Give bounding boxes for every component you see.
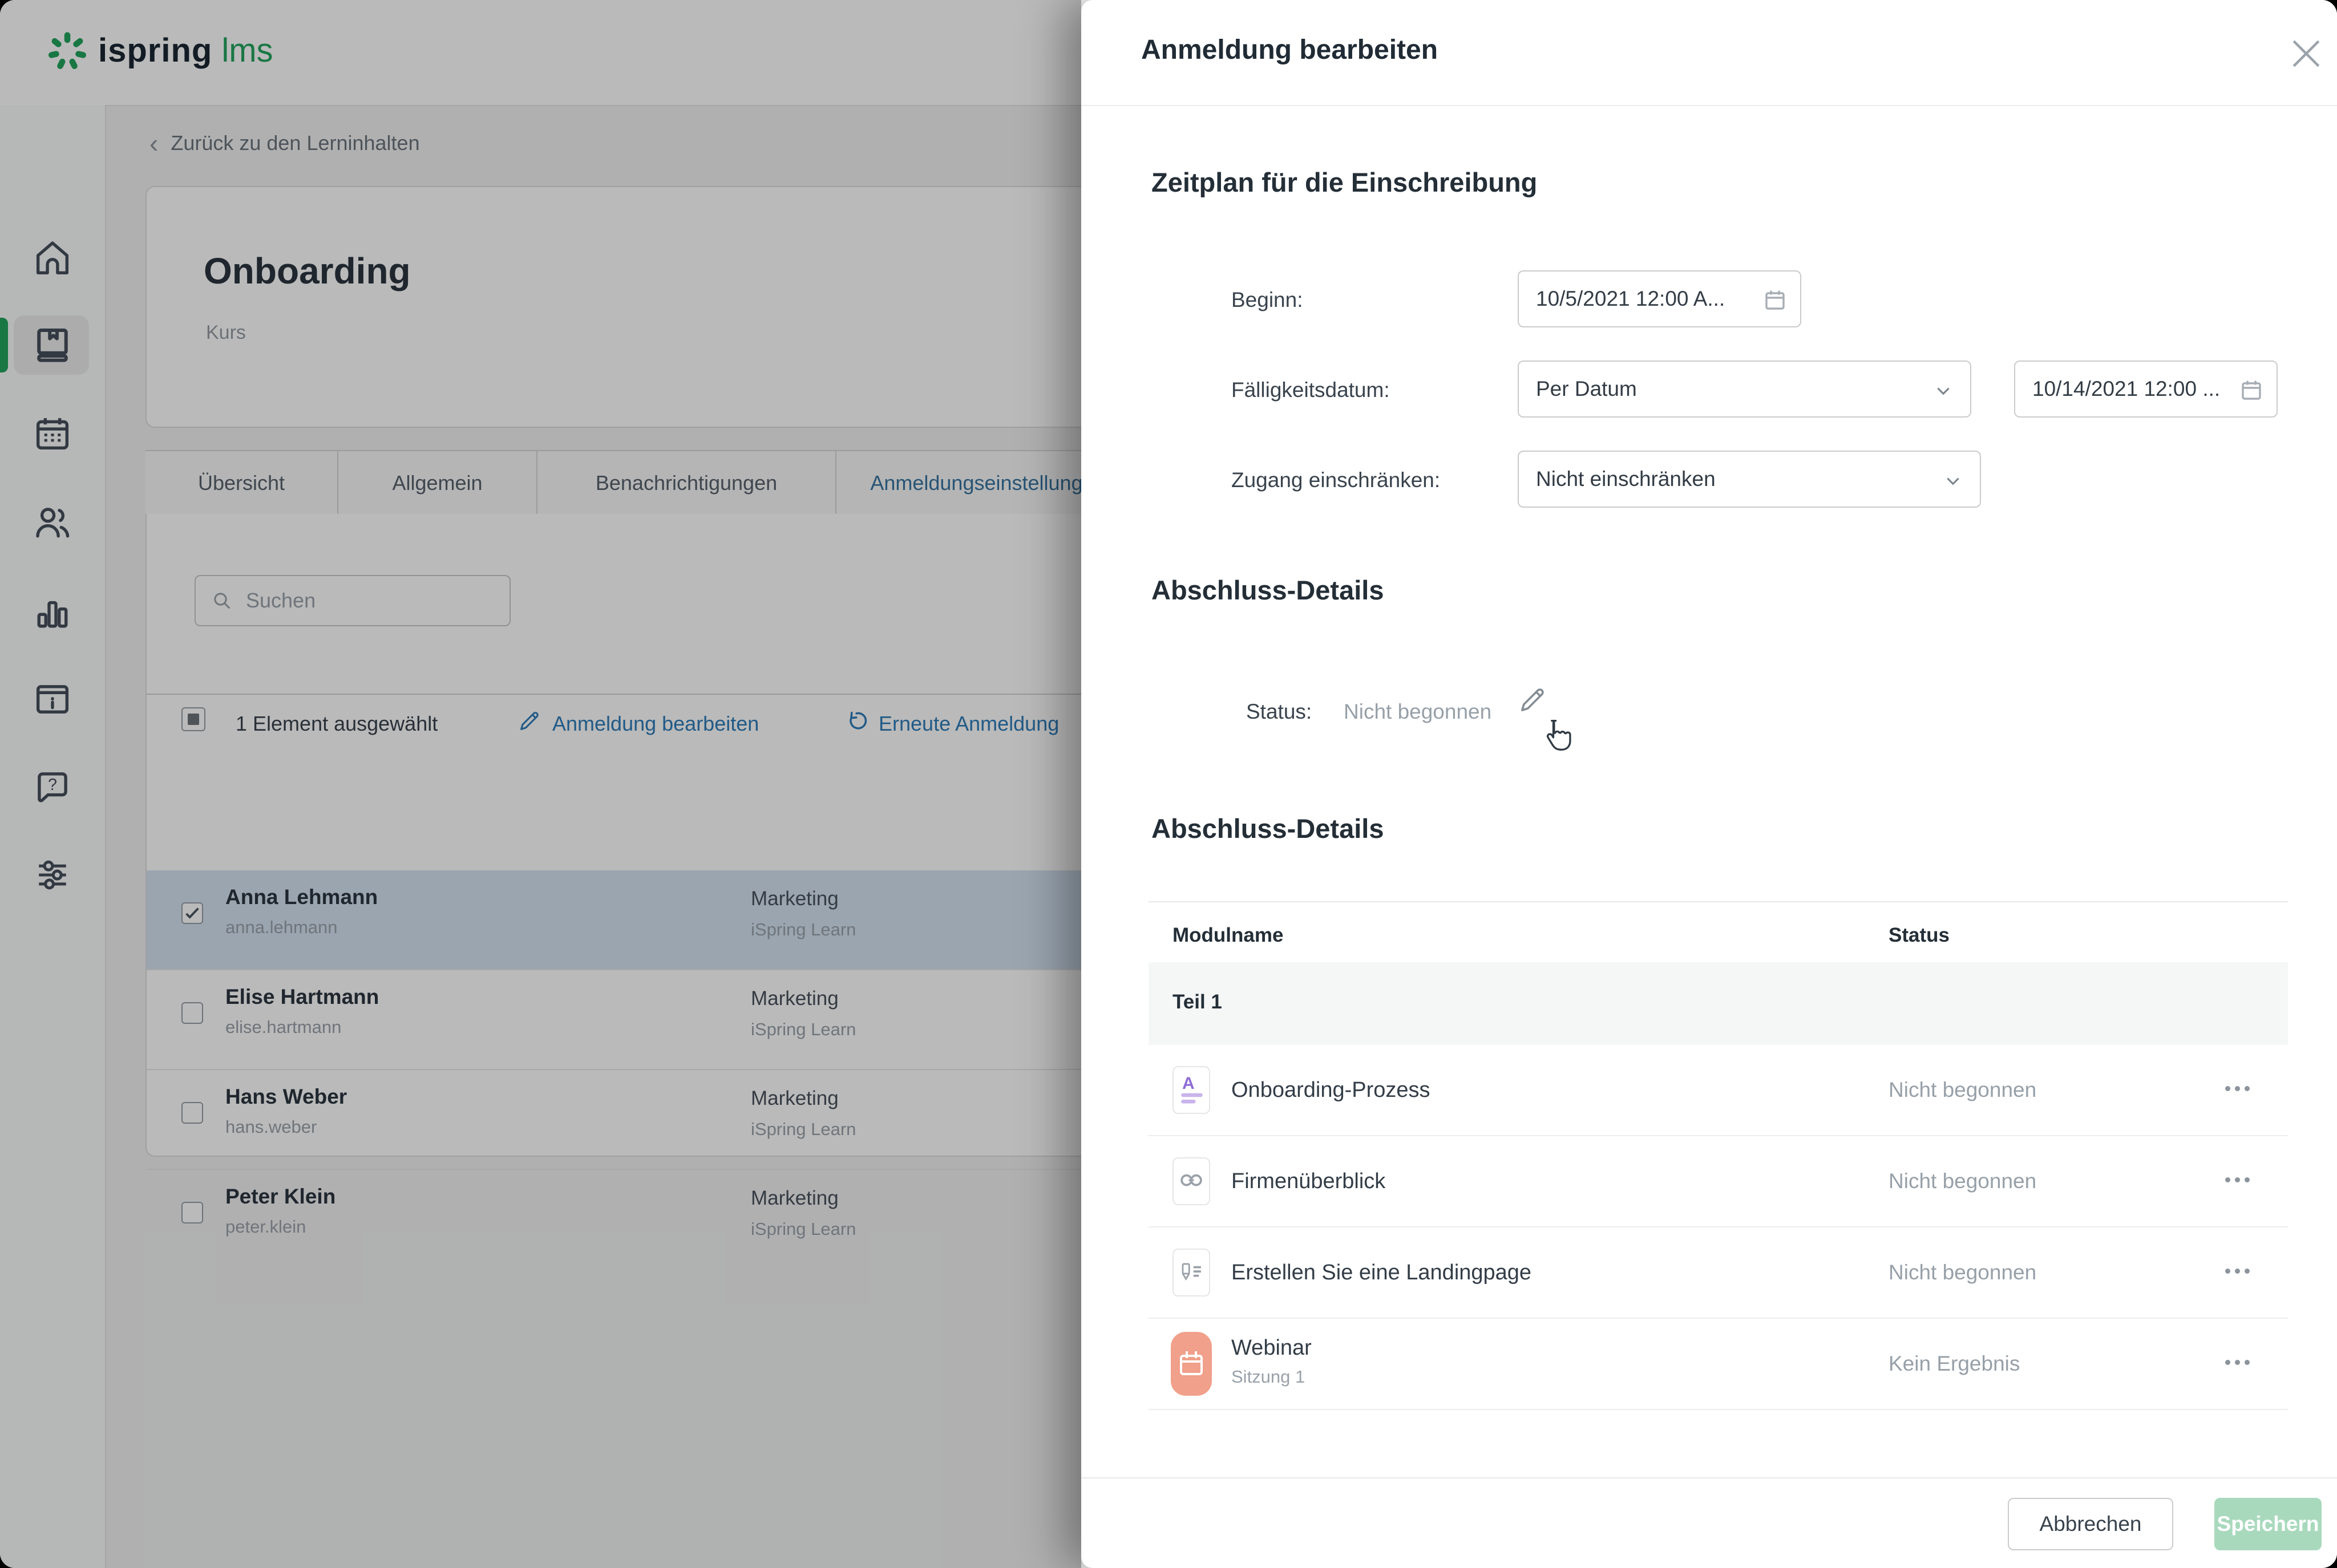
due-date-input[interactable]: 10/14/2021 12:00 ... [2014,360,2278,418]
row-menu-dots-icon[interactable] [2225,1086,2250,1091]
due-date-value: 10/14/2021 12:00 ... [2032,377,2220,401]
module-name: Webinar [1231,1336,1312,1360]
webinar-icon [1171,1332,1212,1396]
module-name: Firmenüberblick [1231,1169,1385,1194]
start-date-input[interactable]: 10/5/2021 12:00 A... [1518,270,1801,327]
modal-header: Anmeldung bearbeiten [1081,0,2337,106]
row-menu-dots-icon[interactable] [2225,1269,2250,1274]
module-name: Erstellen Sie eine Landingpage [1231,1261,1531,1285]
app-window: ispring lms [0,0,2337,1568]
close-icon[interactable] [2290,38,2322,70]
course-article-icon: A [1172,1066,1210,1114]
row-menu-dots-icon[interactable] [2225,1360,2250,1365]
modules-table-header: Modulname Status [1149,901,2288,962]
module-row-landingpage: Erstellen Sie eine Landingpage Nicht beg… [1149,1227,2288,1319]
completion-status-heading: Abschluss-Details [1151,574,1384,606]
start-label: Beginn: [1231,288,1303,312]
due-mode-value: Per Datum [1536,377,1637,401]
document-form-icon [1172,1249,1210,1296]
column-status: Status [1889,924,1950,947]
chevron-down-icon [1941,469,1965,493]
module-name: Onboarding-Prozess [1231,1078,1430,1103]
modal-title: Anmeldung bearbeiten [1141,34,1438,66]
module-row-firmenueberblick: Firmenüberblick Nicht begonnen [1149,1136,2288,1227]
cancel-button[interactable]: Abbrechen [2008,1498,2173,1550]
save-button[interactable]: Speichern [2214,1498,2322,1550]
start-date-value: 10/5/2021 12:00 A... [1536,287,1725,311]
module-subtitle: Sitzung 1 [1231,1367,1305,1387]
access-select[interactable]: Nicht einschränken [1518,451,1981,508]
module-group-row: Teil 1 [1149,962,2288,1045]
column-modulname: Modulname [1172,924,1283,947]
row-menu-dots-icon[interactable] [2225,1177,2250,1182]
calendar-small-icon [2238,376,2265,404]
document-link-icon [1172,1157,1210,1205]
status-label: Status: [1246,700,1312,724]
module-group-label: Teil 1 [1172,991,1222,1014]
cursor-pointer-graphic [1538,716,1575,754]
due-label: Fälligkeitsdatum: [1231,378,1390,402]
modules-table: Modulname Status Teil 1 A Onboarding-Pro… [1149,901,2288,1410]
calendar-small-icon [1761,286,1789,314]
status-value: Nicht begonnen [1344,700,1491,724]
chevron-down-icon [1931,379,1955,403]
module-row-onboarding-prozess: A Onboarding-Prozess Nicht begonnen [1149,1045,2288,1136]
access-value: Nicht einschränken [1536,467,1716,491]
svg-text:A: A [1182,1074,1195,1093]
edit-enrollment-modal: Anmeldung bearbeiten Zeitplan für die Ei… [1081,0,2337,1568]
schedule-heading: Zeitplan für die Einschreibung [1151,167,1537,198]
access-label: Zugang einschränken: [1231,468,1440,492]
due-mode-select[interactable]: Per Datum [1518,360,1971,418]
module-status: Nicht begonnen [1889,1078,2036,1102]
modal-backdrop [0,0,1081,1568]
module-row-webinar: Webinar Sitzung 1 Kein Ergebnis [1149,1319,2288,1410]
module-status: Nicht begonnen [1889,1169,2036,1193]
edit-status-pencil-icon[interactable] [1516,683,1549,716]
modal-footer: Abbrechen Speichern [1081,1477,2337,1568]
completion-details-heading: Abschluss-Details [1151,813,1384,844]
module-status: Nicht begonnen [1889,1261,2036,1285]
module-status: Kein Ergebnis [1889,1352,2020,1376]
